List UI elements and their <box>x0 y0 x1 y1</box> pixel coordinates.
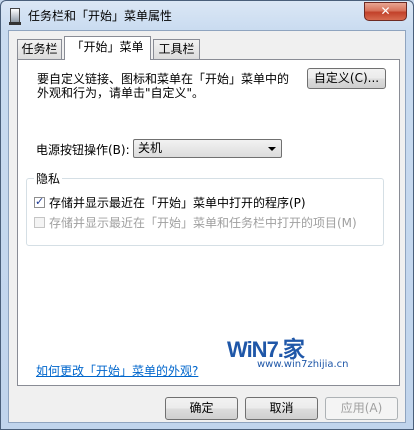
power-button-label: 电源按钮操作(B): <box>36 143 130 157</box>
store-recent-programs-option[interactable]: 存储并显示最近在「开始」菜单中打开的程序(P) <box>34 194 306 211</box>
watermark-url: www.win7zhijia.cn <box>257 359 349 370</box>
chevron-down-icon <box>268 147 276 151</box>
store-recent-items-option: 存储并显示最近在「开始」菜单和任务栏中打开的项目(M) <box>34 214 357 231</box>
description-line: 要自定义链接、图标和菜单在「开始」菜单中的 <box>37 72 290 86</box>
customize-description: 要自定义链接、图标和菜单在「开始」菜单中的 外观和行为，请单击"自定义"。 <box>37 72 289 100</box>
option-label: 存储并显示最近在「开始」菜单和任务栏中打开的项目(M) <box>49 216 357 230</box>
help-link[interactable]: 如何更改「开始」菜单的外观? <box>36 362 198 379</box>
tab-toolbars[interactable]: 工具栏 <box>153 39 200 59</box>
properties-window: 任务栏和「开始」菜单属性 ✕ 任务栏 「开始」菜单 工具栏 要自定义链接、图标和… <box>0 0 414 430</box>
close-button[interactable]: ✕ <box>364 2 407 21</box>
tab-start-menu[interactable]: 「开始」菜单 <box>64 36 151 60</box>
apply-button: 应用(A) <box>325 397 398 420</box>
checkbox-icon <box>34 217 45 228</box>
customize-button[interactable]: 自定义(C)... <box>307 68 386 89</box>
privacy-group-title: 隐私 <box>34 170 63 187</box>
title-bar[interactable]: 任务栏和「开始」菜单属性 ✕ <box>1 1 413 29</box>
taskbar-properties-icon <box>9 8 21 25</box>
ok-button[interactable]: 确定 <box>165 397 238 420</box>
checkmark-icon[interactable] <box>34 195 45 208</box>
close-icon: ✕ <box>380 4 391 18</box>
window-title: 任务栏和「开始」菜单属性 <box>28 9 173 23</box>
privacy-group: 隐私 存储并显示最近在「开始」菜单中打开的程序(P) 存储并显示最近在「开始」菜… <box>26 170 384 246</box>
power-button-select[interactable]: 关机 <box>133 139 282 158</box>
tab-label: 「开始」菜单 <box>71 40 144 54</box>
description-line: 外观和行为，请单击"自定义"。 <box>37 86 205 100</box>
site-watermark: WiN7.家 www.win7zhijia.cn <box>227 332 377 370</box>
cancel-button[interactable]: 取消 <box>245 397 318 420</box>
tab-label: 任务栏 <box>21 42 58 56</box>
power-button-value: 关机 <box>138 141 163 155</box>
tab-taskbar[interactable]: 任务栏 <box>17 39 62 59</box>
tab-label: 工具栏 <box>158 42 195 56</box>
option-label: 存储并显示最近在「开始」菜单中打开的程序(P) <box>49 196 306 210</box>
